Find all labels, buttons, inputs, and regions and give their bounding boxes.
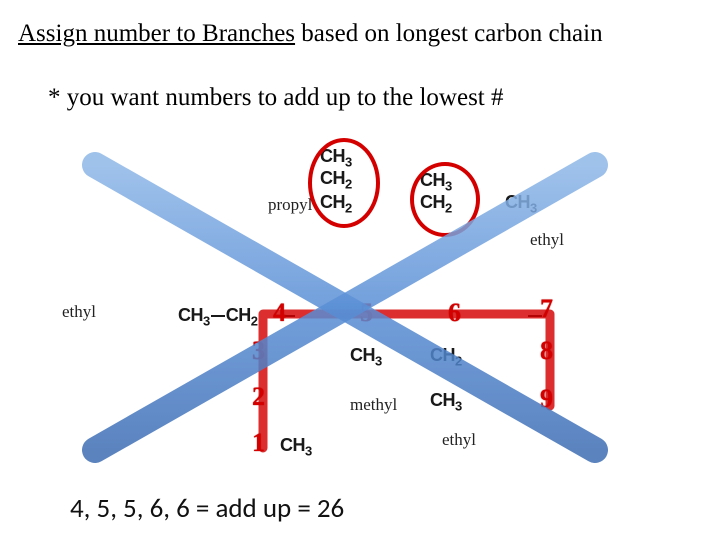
label-ethyl-right: ethyl — [530, 230, 564, 250]
circle-propyl — [308, 138, 380, 228]
label-methyl: methyl — [350, 395, 397, 415]
molecule-diagram: ethyl propyl ethyl methyl ethyl CH3 CH2 … — [50, 150, 670, 470]
label-ethyl-bottom: ethyl — [442, 430, 476, 450]
locant-3: 3 — [252, 336, 265, 366]
locant-5: 5 — [360, 298, 373, 328]
circle-ethyl-right — [410, 162, 480, 237]
chem-ch3-topR2: CH3 — [505, 192, 537, 216]
locant-8: 8 — [540, 336, 553, 366]
heading-text: Assign number to Branches based on longe… — [18, 18, 708, 49]
locant-6: 6 — [448, 298, 461, 328]
locant-1: 1 — [252, 428, 265, 458]
heading-rest: based on longest carbon chain — [295, 20, 603, 47]
chem-main-left: CH3CH2 — [178, 305, 257, 329]
locant-9: 9 — [540, 384, 553, 414]
label-ethyl-left: ethyl — [62, 302, 96, 322]
locant-2: 2 — [252, 382, 265, 412]
locant-4: 4 — [273, 298, 286, 328]
chem-mid6b: CH3 — [430, 390, 462, 414]
locant-7: 7 — [540, 294, 553, 324]
heading-underlined: Assign number to Branches — [18, 20, 295, 47]
label-propyl: propyl — [268, 195, 312, 215]
chem-mid5: CH3 — [350, 345, 382, 369]
chem-mid6: CH2 — [430, 345, 462, 369]
sum-line: 4, 5, 5, 6, 6 = add up = 26 — [70, 492, 344, 525]
subnote-text: * you want numbers to add up to the lowe… — [48, 84, 504, 112]
chem-r4-left: CH3 — [280, 435, 312, 459]
